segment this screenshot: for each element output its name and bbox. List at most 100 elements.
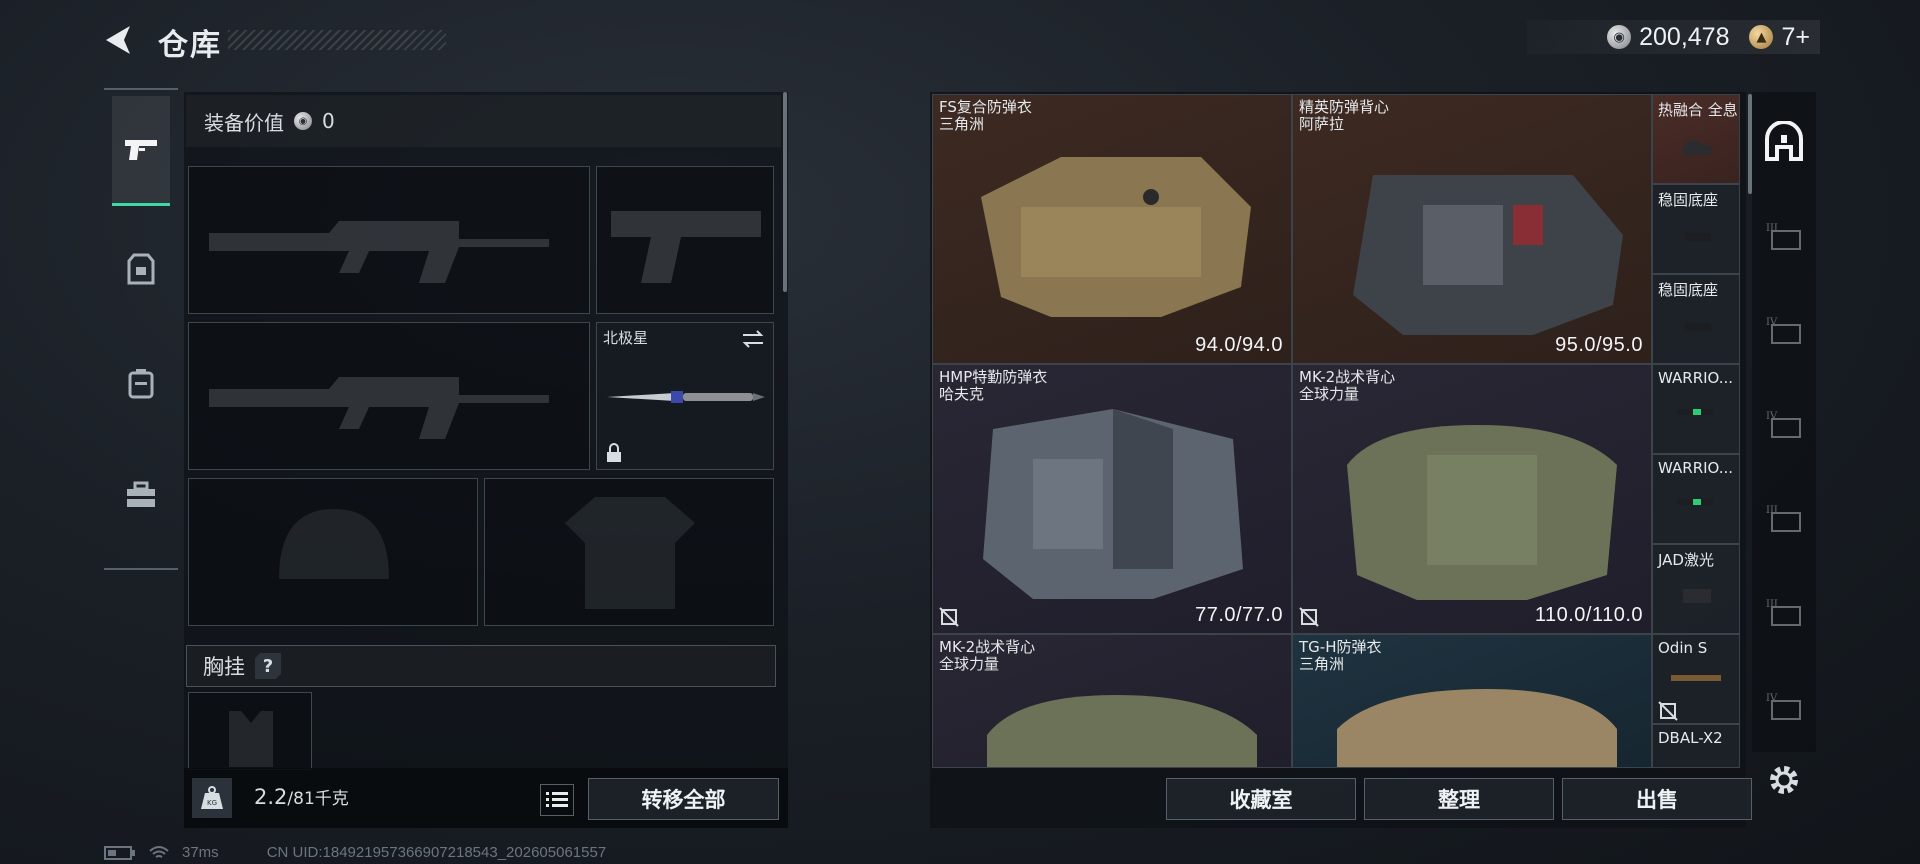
flashlight-icon xyxy=(1671,675,1721,681)
holographic-sight-icon xyxy=(1683,141,1711,155)
no-trade-icon xyxy=(1299,607,1319,627)
category-4b[interactable]: IV xyxy=(1760,400,1808,448)
armor-icon xyxy=(127,253,155,285)
storage-item[interactable]: 精英防弹背心 阿萨拉 95.0/95.0 xyxy=(1292,94,1652,364)
mount-icon xyxy=(1685,233,1711,241)
category-icon: IV xyxy=(1766,317,1801,344)
item-durability: 110.0/110.0 xyxy=(1534,604,1643,626)
gold-amount[interactable]: 7+ xyxy=(1781,23,1810,52)
body-armor-slot[interactable] xyxy=(484,478,774,626)
item-name: 精英防弹背心 xyxy=(1299,98,1390,116)
flashlight-icon xyxy=(1677,409,1713,415)
rifle-silhouette-icon xyxy=(209,221,549,283)
category-4[interactable]: IV xyxy=(1760,306,1808,354)
chest-rig-slot[interactable] xyxy=(188,692,312,770)
category-4c[interactable]: IV xyxy=(1760,682,1808,730)
category-icon: III xyxy=(1766,223,1801,250)
battery-icon xyxy=(104,845,135,860)
storage-item-small[interactable]: 稳固底座 xyxy=(1652,274,1740,364)
item-name: 稳固底座 xyxy=(1658,191,1719,209)
svg-text:KG: KG xyxy=(207,799,217,807)
helmet-slot[interactable] xyxy=(188,478,478,626)
item-name: WARRIO... xyxy=(1658,459,1734,477)
lock-icon xyxy=(607,443,621,462)
mount-icon xyxy=(1685,323,1711,331)
category-3[interactable]: III xyxy=(1760,212,1808,260)
storage-item[interactable]: HMP特勤防弹衣 哈夫克 77.0/77.0 xyxy=(932,364,1292,634)
pistol-icon xyxy=(125,139,157,160)
item-faction: 阿萨拉 xyxy=(1299,115,1345,133)
secondary-weapon-slot[interactable] xyxy=(188,322,590,470)
weight-icon: KG xyxy=(192,778,232,818)
item-name: JAD激光 xyxy=(1658,551,1714,569)
rifle-silhouette-icon xyxy=(209,377,549,439)
body-armor-icon xyxy=(983,409,1243,599)
body-armor-icon xyxy=(981,157,1251,317)
weight-current: 2.2 xyxy=(254,785,288,809)
backpack-icon xyxy=(128,369,154,399)
armor-silhouette-icon xyxy=(565,497,695,609)
item-name: MK-2战术背心 xyxy=(1299,368,1396,386)
category-3c[interactable]: III xyxy=(1760,588,1808,636)
item-durability: 95.0/95.0 xyxy=(1555,334,1643,356)
storage-item-small[interactable]: WARRIO... xyxy=(1652,364,1740,454)
sort-button[interactable]: 整理 xyxy=(1364,778,1554,820)
nav-armor[interactable] xyxy=(112,214,170,324)
body-armor-icon xyxy=(1353,175,1623,335)
item-faction: 三角洲 xyxy=(1299,655,1345,673)
melee-slot[interactable]: 北极星 xyxy=(596,322,774,470)
item-name: MK-2战术背心 xyxy=(939,638,1036,656)
sell-button[interactable]: 出售 xyxy=(1562,778,1752,820)
equipment-value-label: 装备价值 xyxy=(204,110,284,135)
melee-name: 北极星 xyxy=(603,329,649,347)
equipment-value-bar: 装备价值 ◉ 0 xyxy=(186,95,781,147)
sidearm-slot[interactable] xyxy=(596,166,774,314)
silver-coin-icon: ◉ xyxy=(1607,25,1632,49)
user-uid: CN UID:18492195736690721854​3_2026050615… xyxy=(266,844,607,861)
swap-icon[interactable] xyxy=(741,329,765,349)
item-faction: 全球力量 xyxy=(1299,385,1360,403)
storage-item[interactable]: FS复合防弹衣 三角洲 94.0/94.0 xyxy=(932,94,1292,364)
item-faction: 三角洲 xyxy=(939,115,985,133)
storage-item[interactable]: TG-H防弹衣 三角洲 xyxy=(1292,634,1652,768)
storage-item-small[interactable]: JAD激光 xyxy=(1652,544,1740,634)
weight-readout: 2.2/81千克 xyxy=(254,784,349,809)
storage-item[interactable]: MK-2战术背心 全球力量 xyxy=(932,634,1292,768)
nav-toolbox[interactable] xyxy=(112,440,170,550)
equipment-category-nav xyxy=(104,88,178,570)
no-trade-icon xyxy=(939,607,959,627)
storage-item[interactable]: MK-2战术背心 全球力量 110.0/110.0 xyxy=(1292,364,1652,634)
item-faction: 全球力量 xyxy=(939,655,1000,673)
transfer-all-button[interactable]: 转移全部 xyxy=(588,778,779,820)
laser-icon xyxy=(1683,589,1711,603)
equipment-scrollbar[interactable] xyxy=(783,92,787,292)
storage-item-small[interactable]: 热融合 全息 xyxy=(1652,94,1740,184)
category-3b[interactable]: III xyxy=(1760,494,1808,542)
storage-item-small[interactable]: 稳固底座 xyxy=(1652,184,1740,274)
back-icon[interactable] xyxy=(100,22,136,58)
toolbox-icon xyxy=(127,481,155,507)
storage-all-icon xyxy=(1765,121,1803,161)
help-icon[interactable]: ? xyxy=(255,653,281,679)
ping-value: 37ms xyxy=(182,844,219,861)
body-armor-icon xyxy=(987,695,1257,767)
category-icon: IV xyxy=(1766,693,1801,720)
list-icon xyxy=(546,792,568,807)
gear-icon[interactable] xyxy=(1766,762,1802,802)
storage-item-small[interactable]: DBAL-X2 xyxy=(1652,724,1740,768)
primary-weapon-slot[interactable] xyxy=(188,166,590,314)
flashlight-icon xyxy=(1677,499,1713,505)
nav-weapons[interactable] xyxy=(112,96,170,206)
gold-coin-icon: ▲ xyxy=(1749,25,1774,49)
knife-icon xyxy=(607,391,765,403)
list-view-button[interactable] xyxy=(540,784,574,816)
item-name: DBAL-X2 xyxy=(1658,729,1723,747)
nav-backpack[interactable] xyxy=(112,328,170,438)
chest-rig-silhouette-icon xyxy=(229,711,273,767)
body-armor-icon xyxy=(1337,689,1617,767)
storage-item-small[interactable]: Odin S xyxy=(1652,634,1740,724)
category-all[interactable] xyxy=(1760,118,1808,166)
collection-room-button[interactable]: 收藏室 xyxy=(1166,778,1356,820)
item-name: 热融合 全息 xyxy=(1658,101,1738,119)
storage-item-small[interactable]: WARRIO... xyxy=(1652,454,1740,544)
